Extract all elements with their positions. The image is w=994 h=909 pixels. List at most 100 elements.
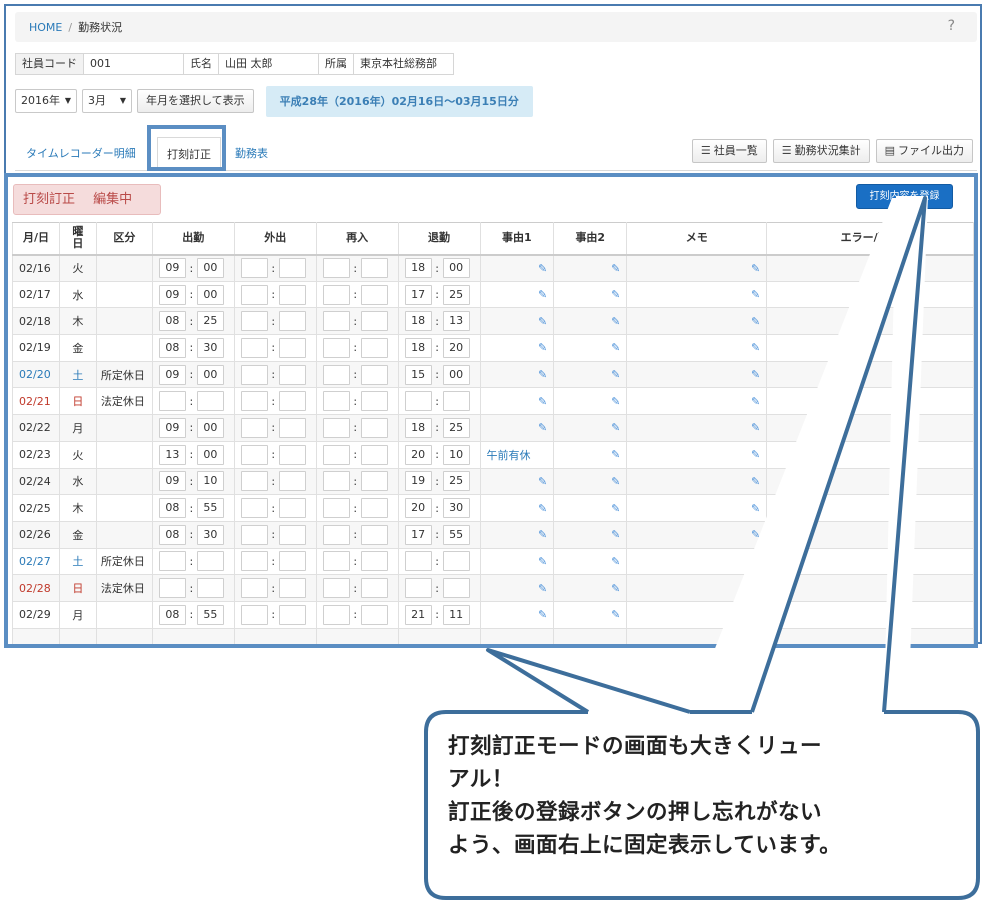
- clock-in-hour-input[interactable]: [158, 391, 186, 412]
- cell-reason1[interactable]: ✎: [479, 414, 555, 442]
- out-hour-input[interactable]: [240, 524, 268, 545]
- return-hour-input[interactable]: [322, 337, 350, 358]
- cell-reason1[interactable]: ✎: [479, 334, 555, 362]
- clock-out-minute-input[interactable]: 10: [442, 444, 470, 465]
- cell-reason2[interactable]: ✎: [553, 307, 628, 336]
- return-minute-input[interactable]: [360, 498, 388, 519]
- pencil-icon[interactable]: ✎: [538, 475, 547, 488]
- clock-in-minute-input[interactable]: 00: [196, 444, 224, 465]
- out-hour-input[interactable]: [240, 284, 268, 305]
- clock-in-hour-input[interactable]: 08: [158, 524, 186, 545]
- cell-memo[interactable]: ✎: [626, 334, 768, 362]
- clock-out-minute-input[interactable]: 20: [442, 337, 470, 358]
- pencil-icon[interactable]: ✎: [611, 262, 620, 275]
- pencil-icon[interactable]: ✎: [751, 448, 760, 461]
- out-minute-input[interactable]: [278, 498, 306, 519]
- out-minute-input[interactable]: [278, 417, 306, 438]
- return-hour-input[interactable]: [322, 258, 350, 279]
- clock-in-minute-input[interactable]: [196, 578, 224, 599]
- out-hour-input[interactable]: [240, 498, 268, 519]
- return-hour-input[interactable]: [322, 604, 350, 625]
- return-hour-input[interactable]: [322, 391, 350, 412]
- clock-out-minute-input[interactable]: 25: [442, 417, 470, 438]
- return-minute-input[interactable]: [360, 258, 388, 279]
- clock-in-minute-input[interactable]: 55: [196, 604, 224, 625]
- cell-reason2[interactable]: ✎: [553, 600, 628, 629]
- pencil-icon[interactable]: ✎: [538, 288, 547, 301]
- cell-reason1[interactable]: ✎: [479, 467, 555, 496]
- pencil-icon[interactable]: ✎: [611, 288, 620, 301]
- pencil-icon[interactable]: ✎: [538, 528, 547, 541]
- cell-reason1[interactable]: ✎: [479, 280, 555, 309]
- reason1-link[interactable]: 午前有休: [487, 449, 531, 462]
- clock-in-minute-input[interactable]: 55: [196, 498, 224, 519]
- cell-reason2[interactable]: ✎: [553, 520, 628, 549]
- out-minute-input[interactable]: [278, 444, 306, 465]
- cell-memo[interactable]: ✎: [626, 414, 768, 442]
- pencil-icon[interactable]: ✎: [751, 528, 760, 541]
- pencil-icon[interactable]: ✎: [751, 421, 760, 434]
- cell-memo[interactable]: ✎: [626, 440, 768, 469]
- out-hour-input[interactable]: [240, 337, 268, 358]
- clock-in-minute-input[interactable]: [196, 391, 224, 412]
- return-minute-input[interactable]: [360, 284, 388, 305]
- out-hour-input[interactable]: [240, 444, 268, 465]
- pencil-icon[interactable]: ✎: [751, 368, 760, 381]
- clock-out-minute-input[interactable]: 11: [442, 604, 470, 625]
- pencil-icon[interactable]: ✎: [751, 262, 760, 275]
- clock-out-minute-input[interactable]: 30: [442, 498, 470, 519]
- cell-reason1[interactable]: ✎: [479, 600, 555, 629]
- clock-out-hour-input[interactable]: 18: [404, 417, 432, 438]
- pencil-icon[interactable]: ✎: [751, 288, 760, 301]
- out-minute-input[interactable]: [278, 604, 306, 625]
- clock-out-hour-input[interactable]: 17: [404, 524, 432, 545]
- pencil-icon[interactable]: ✎: [538, 555, 547, 568]
- pencil-icon[interactable]: ✎: [611, 475, 620, 488]
- cell-reason1[interactable]: ✎: [479, 520, 555, 549]
- clock-out-hour-input[interactable]: [404, 391, 432, 412]
- clock-in-minute-input[interactable]: [196, 551, 224, 572]
- out-hour-input[interactable]: [240, 551, 268, 572]
- cell-memo[interactable]: ✎: [626, 387, 768, 416]
- return-minute-input[interactable]: [360, 417, 388, 438]
- cell-reason1[interactable]: ✎: [479, 574, 555, 602]
- pencil-icon[interactable]: ✎: [538, 421, 547, 434]
- cell-reason1[interactable]: ✎: [479, 254, 555, 282]
- return-minute-input[interactable]: [360, 337, 388, 358]
- clock-in-minute-input[interactable]: 30: [196, 337, 224, 358]
- clock-in-hour-input[interactable]: 08: [158, 337, 186, 358]
- cell-memo[interactable]: ✎: [626, 547, 768, 576]
- pencil-icon[interactable]: ✎: [611, 582, 620, 595]
- clock-in-hour-input[interactable]: 13: [158, 444, 186, 465]
- cell-reason1[interactable]: ✎: [479, 494, 555, 522]
- out-hour-input[interactable]: [240, 311, 268, 332]
- pencil-icon[interactable]: ✎: [751, 475, 760, 488]
- return-hour-input[interactable]: [322, 551, 350, 572]
- pencil-icon[interactable]: ✎: [538, 608, 547, 621]
- return-minute-input[interactable]: [360, 444, 388, 465]
- clock-out-minute-input[interactable]: [442, 578, 470, 599]
- clock-in-minute-input[interactable]: 10: [196, 471, 224, 492]
- cell-memo[interactable]: ✎: [626, 520, 768, 549]
- cell-reason2[interactable]: ✎: [553, 387, 628, 416]
- clock-in-hour-input[interactable]: 08: [158, 311, 186, 332]
- out-minute-input[interactable]: [278, 471, 306, 492]
- pencil-icon[interactable]: ✎: [751, 608, 760, 621]
- out-hour-input[interactable]: [240, 578, 268, 599]
- cell-reason2[interactable]: ✎: [553, 280, 628, 309]
- return-hour-input[interactable]: [322, 471, 350, 492]
- clock-in-hour-input[interactable]: 09: [158, 417, 186, 438]
- clock-in-hour-input[interactable]: 08: [158, 498, 186, 519]
- pencil-icon[interactable]: ✎: [751, 555, 760, 568]
- pencil-icon[interactable]: ✎: [538, 341, 547, 354]
- out-minute-input[interactable]: [278, 391, 306, 412]
- pencil-icon[interactable]: ✎: [611, 528, 620, 541]
- return-hour-input[interactable]: [322, 311, 350, 332]
- clock-out-minute-input[interactable]: 00: [442, 258, 470, 279]
- return-hour-input[interactable]: [322, 284, 350, 305]
- out-minute-input[interactable]: [278, 284, 306, 305]
- clock-in-minute-input[interactable]: 00: [196, 284, 224, 305]
- clock-in-minute-input[interactable]: 00: [196, 364, 224, 385]
- pencil-icon[interactable]: ✎: [751, 395, 760, 408]
- pencil-icon[interactable]: ✎: [611, 421, 620, 434]
